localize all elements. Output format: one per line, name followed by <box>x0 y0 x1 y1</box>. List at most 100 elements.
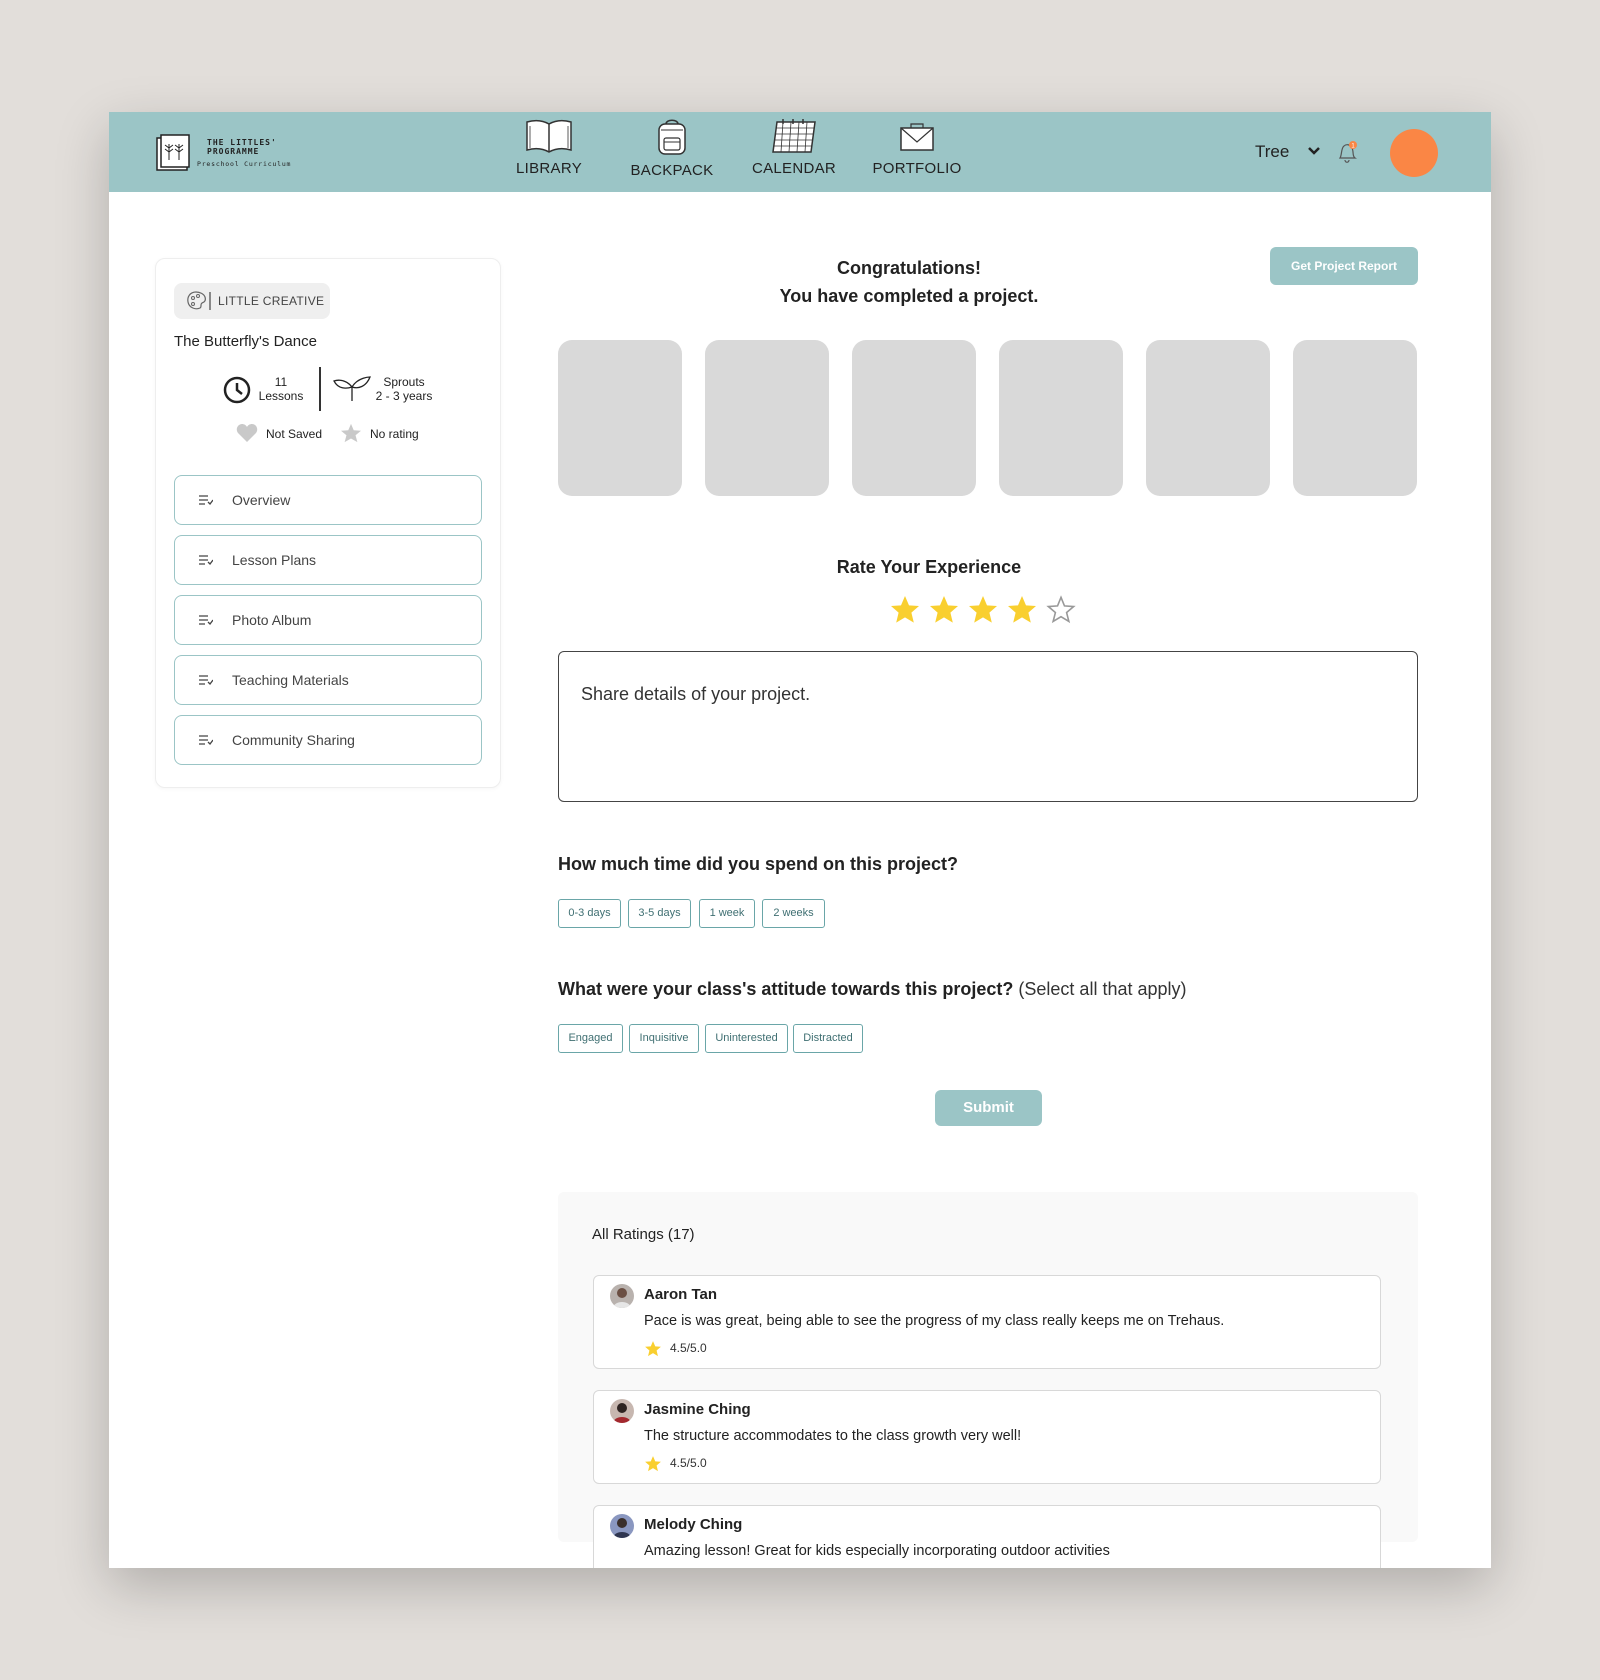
category-tag: LITTLE CREATIVE <box>174 283 330 319</box>
top-navigation-bar: THE LITTLES' PROGRAMME Preschool Curricu… <box>109 112 1491 192</box>
attitude-option-inquisitive[interactable]: Inquisitive <box>629 1024 699 1053</box>
attitude-option-engaged[interactable]: Engaged <box>558 1024 623 1053</box>
time-option-3-5-days[interactable]: 3-5 days <box>628 899 691 928</box>
time-option-0-3-days[interactable]: 0-3 days <box>558 899 621 928</box>
palette-icon <box>187 291 211 310</box>
attitude-option-distracted[interactable]: Distracted <box>793 1024 863 1053</box>
congrats-heading: Congratulations! <box>837 258 981 278</box>
review-text: Pace is was great, being able to see the… <box>644 1313 1225 1329</box>
lessons-label: Lessons <box>258 389 304 403</box>
time-question: How much time did you spend on this proj… <box>558 854 959 874</box>
age-group: Sprouts <box>383 375 425 389</box>
app-window: THE LITTLES' PROGRAMME Preschool Curricu… <box>109 112 1491 1568</box>
user-avatar[interactable] <box>1390 129 1438 177</box>
brand-subtitle: Preschool Curriculum <box>197 160 292 168</box>
category-tag-label: LITTLE CREATIVE <box>218 294 325 308</box>
bell-icon[interactable]: 1 <box>1335 140 1359 166</box>
nav-backpack[interactable]: BACKPACK <box>617 118 727 188</box>
envelope-folder-icon <box>900 123 934 151</box>
list-icon <box>199 675 213 685</box>
reviewer-name: Aaron Tan <box>644 1286 718 1303</box>
review-score: 4.5/5.0 <box>670 1456 707 1470</box>
logo-book-icon <box>156 134 190 171</box>
congrats-subheading: You have completed a project. <box>779 286 1039 306</box>
rating-status: No rating <box>370 427 419 441</box>
backpack-icon <box>658 119 686 155</box>
sprout-icon <box>333 376 371 401</box>
sidebar-item-photo-album[interactable]: Photo Album <box>174 595 482 645</box>
review-card: Aaron Tan Pace is was great, being able … <box>593 1275 1381 1369</box>
nav-calendar-label: CALENDAR <box>751 160 837 177</box>
reviewer-avatar <box>610 1399 634 1423</box>
review-card: Jasmine Ching The structure accommodates… <box>593 1390 1381 1484</box>
sidebar-item-community-sharing[interactable]: Community Sharing <box>174 715 482 765</box>
nav-backpack-label: BACKPACK <box>630 162 714 179</box>
heart-icon[interactable] <box>236 423 258 443</box>
book-icon <box>526 119 572 153</box>
age-range: 2 - 3 years <box>375 389 433 403</box>
reviewer-name: Jasmine Ching <box>644 1401 751 1418</box>
list-icon <box>199 555 213 565</box>
sidebar-item-label: Teaching Materials <box>232 672 349 688</box>
review-text: The structure accommodates to the class … <box>644 1428 1022 1444</box>
photo-placeholder[interactable] <box>999 340 1123 496</box>
completion-message: Congratulations! You have completed a pr… <box>559 254 1259 310</box>
brand-logo[interactable]: THE LITTLES' PROGRAMME Preschool Curricu… <box>155 134 305 174</box>
get-project-report-button[interactable]: Get Project Report <box>1270 247 1418 285</box>
review-card: Melody Ching Amazing lesson! Great for k… <box>593 1505 1381 1568</box>
star-icon <box>645 1456 661 1472</box>
photo-placeholder[interactable] <box>558 340 682 496</box>
star-filled-icon[interactable] <box>1006 594 1038 626</box>
saved-status: Not Saved <box>266 427 323 441</box>
nav-calendar[interactable]: CALENDAR <box>739 118 849 188</box>
attitude-question: What were your class's attitude towards … <box>558 979 1187 1000</box>
chevron-down-icon[interactable] <box>1307 144 1321 158</box>
brand-title: THE LITTLES' PROGRAMME <box>207 138 277 156</box>
star-filled-icon[interactable] <box>928 594 960 626</box>
photo-placeholder[interactable] <box>1293 340 1417 496</box>
clock-icon <box>223 376 251 404</box>
sidebar-item-label: Overview <box>232 492 291 508</box>
photo-placeholder[interactable] <box>705 340 829 496</box>
attitude-hint: (Select all that apply) <box>1018 979 1187 999</box>
rate-experience-title: Rate Your Experience <box>836 557 1022 577</box>
sidebar-item-label: Photo Album <box>232 612 312 628</box>
reviewer-avatar <box>610 1514 634 1538</box>
list-icon <box>199 495 213 505</box>
project-sidebar: LITTLE CREATIVE The Butterfly's Dance 11… <box>155 258 501 788</box>
nav-portfolio[interactable]: PORTFOLIO <box>862 118 972 188</box>
user-name[interactable]: Tree <box>1255 142 1289 162</box>
sidebar-item-teaching-materials[interactable]: Teaching Materials <box>174 655 482 705</box>
photo-placeholder[interactable] <box>1146 340 1270 496</box>
review-score: 4.5/5.0 <box>670 1341 707 1355</box>
reviewer-name: Melody Ching <box>644 1516 743 1533</box>
lessons-count: 11 <box>274 375 288 389</box>
meta-divider <box>319 367 321 411</box>
attitude-question-text: What were your class's attitude towards … <box>558 979 1014 999</box>
time-option-2-weeks[interactable]: 2 weeks <box>762 899 825 928</box>
sidebar-item-label: Lesson Plans <box>232 552 317 568</box>
nav-library-label: LIBRARY <box>515 160 583 177</box>
sidebar-item-lesson-plans[interactable]: Lesson Plans <box>174 535 482 585</box>
star-outline-icon[interactable] <box>1045 594 1077 626</box>
nav-portfolio-label: PORTFOLIO <box>872 160 962 177</box>
ratings-title: All Ratings (17) <box>592 1226 695 1243</box>
list-icon <box>199 735 213 745</box>
star-rating[interactable] <box>889 594 1089 634</box>
sidebar-item-overview[interactable]: Overview <box>174 475 482 525</box>
time-option-1-week[interactable]: 1 week <box>699 899 755 928</box>
star-icon <box>645 1341 661 1357</box>
calendar-icon <box>772 119 816 153</box>
project-title: The Butterfly's Dance <box>174 333 317 350</box>
sidebar-item-label: Community Sharing <box>232 732 355 748</box>
attitude-option-uninterested[interactable]: Uninterested <box>705 1024 788 1053</box>
photo-placeholder[interactable] <box>852 340 976 496</box>
submit-button[interactable]: Submit <box>935 1090 1042 1126</box>
nav-library[interactable]: LIBRARY <box>494 118 604 188</box>
reviewer-avatar <box>610 1284 634 1308</box>
review-text: Amazing lesson! Great for kids especiall… <box>644 1543 1110 1559</box>
star-filled-icon[interactable] <box>967 594 999 626</box>
project-details-textarea[interactable]: Share details of your project. <box>558 651 1418 802</box>
star-filled-icon[interactable] <box>889 594 921 626</box>
star-icon <box>341 423 361 443</box>
